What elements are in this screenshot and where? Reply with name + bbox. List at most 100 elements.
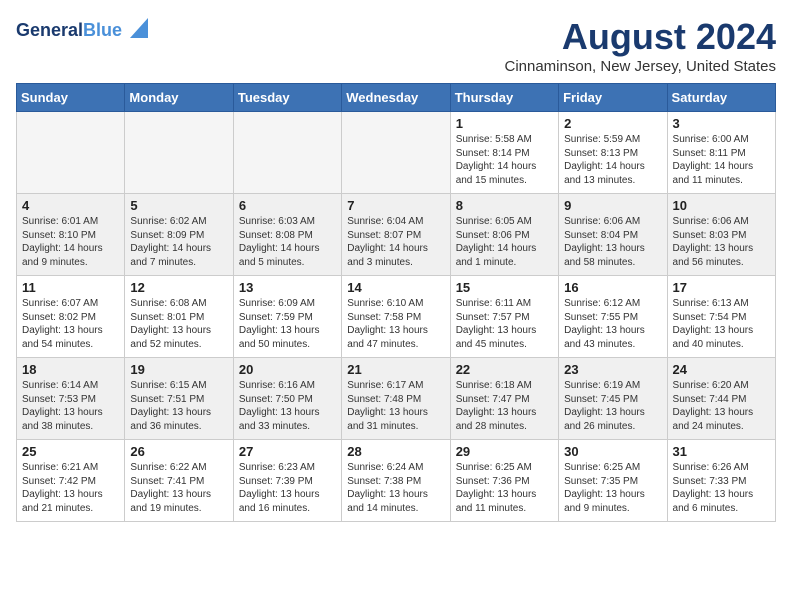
day-number: 4 (22, 198, 119, 213)
day-info: Sunrise: 6:13 AM Sunset: 7:54 PM Dayligh… (673, 297, 770, 351)
weekday-header-friday: Friday (559, 84, 667, 112)
day-number: 14 (347, 280, 444, 295)
calendar-cell: 26 Sunrise: 6:22 AM Sunset: 7:41 PM Dayli… (125, 440, 233, 522)
day-info: Sunrise: 6:14 AM Sunset: 7:53 PM Dayligh… (22, 379, 119, 433)
calendar-table: SundayMondayTuesdayWednesdayThursdayFrid… (16, 83, 776, 522)
calendar-cell: 31 Sunrise: 6:26 AM Sunset: 7:33 PM Dayli… (667, 440, 775, 522)
week-row-1: 1 Sunrise: 5:58 AM Sunset: 8:14 PM Daylig… (17, 112, 776, 194)
logo-icon (126, 18, 148, 40)
calendar-cell: 5 Sunrise: 6:02 AM Sunset: 8:09 PM Daylig… (125, 194, 233, 276)
day-info: Sunrise: 6:17 AM Sunset: 7:48 PM Dayligh… (347, 379, 444, 433)
day-info: Sunrise: 6:19 AM Sunset: 7:45 PM Dayligh… (564, 379, 661, 433)
calendar-cell (125, 112, 233, 194)
day-info: Sunrise: 6:26 AM Sunset: 7:33 PM Dayligh… (673, 461, 770, 515)
calendar-cell: 15 Sunrise: 6:11 AM Sunset: 7:57 PM Dayli… (450, 276, 558, 358)
day-number: 5 (130, 198, 227, 213)
day-number: 30 (564, 444, 661, 459)
day-number: 13 (239, 280, 336, 295)
calendar-cell: 1 Sunrise: 5:58 AM Sunset: 8:14 PM Daylig… (450, 112, 558, 194)
day-number: 7 (347, 198, 444, 213)
day-number: 25 (22, 444, 119, 459)
day-info: Sunrise: 6:20 AM Sunset: 7:44 PM Dayligh… (673, 379, 770, 433)
day-info: Sunrise: 6:06 AM Sunset: 8:03 PM Dayligh… (673, 215, 770, 269)
day-info: Sunrise: 5:59 AM Sunset: 8:13 PM Dayligh… (564, 133, 661, 187)
calendar-cell: 6Sunrise: 6:03 AM Sunset: 8:08 PM Daylig… (233, 194, 341, 276)
calendar-cell: 29Sunrise: 6:25 AM Sunset: 7:36 PM Dayli… (450, 440, 558, 522)
page-header: GeneralBlue August 2024 Cinnaminson, New… (16, 16, 776, 75)
day-number: 28 (347, 444, 444, 459)
calendar-cell: 22Sunrise: 6:18 AM Sunset: 7:47 PM Dayli… (450, 358, 558, 440)
calendar-cell: 10 Sunrise: 6:06 AM Sunset: 8:03 PM Dayli… (667, 194, 775, 276)
day-number: 16 (564, 280, 661, 295)
day-info: Sunrise: 6:16 AM Sunset: 7:50 PM Dayligh… (239, 379, 336, 433)
day-number: 1 (456, 116, 553, 131)
day-info: Sunrise: 6:25 AM Sunset: 7:35 PM Dayligh… (564, 461, 661, 515)
calendar-cell: 13 Sunrise: 6:09 AM Sunset: 7:59 PM Dayli… (233, 276, 341, 358)
day-number: 6 (239, 198, 336, 213)
calendar-cell: 16 Sunrise: 6:12 AM Sunset: 7:55 PM Dayli… (559, 276, 667, 358)
logo: GeneralBlue (16, 16, 148, 45)
calendar-cell: 23 Sunrise: 6:19 AM Sunset: 7:45 PM Dayli… (559, 358, 667, 440)
day-number: 24 (673, 362, 770, 377)
day-info: Sunrise: 5:58 AM Sunset: 8:14 PM Dayligh… (456, 133, 553, 187)
calendar-cell: 14Sunrise: 6:10 AM Sunset: 7:58 PM Dayli… (342, 276, 450, 358)
day-info: Sunrise: 6:22 AM Sunset: 7:41 PM Dayligh… (130, 461, 227, 515)
day-number: 19 (130, 362, 227, 377)
day-number: 17 (673, 280, 770, 295)
day-info: Sunrise: 6:01 AM Sunset: 8:10 PM Dayligh… (22, 215, 119, 269)
day-info: Sunrise: 6:00 AM Sunset: 8:11 PM Dayligh… (673, 133, 770, 187)
day-info: Sunrise: 6:15 AM Sunset: 7:51 PM Dayligh… (130, 379, 227, 433)
week-row-4: 18 Sunrise: 6:14 AM Sunset: 7:53 PM Dayli… (17, 358, 776, 440)
day-number: 20 (239, 362, 336, 377)
calendar-cell: 20 Sunrise: 6:16 AM Sunset: 7:50 PM Dayli… (233, 358, 341, 440)
weekday-header-tuesday: Tuesday (233, 84, 341, 112)
calendar-cell: 9 Sunrise: 6:06 AM Sunset: 8:04 PM Daylig… (559, 194, 667, 276)
calendar-cell: 25 Sunrise: 6:21 AM Sunset: 7:42 PM Dayli… (17, 440, 125, 522)
day-number: 22 (456, 362, 553, 377)
calendar-cell: 4 Sunrise: 6:01 AM Sunset: 8:10 PM Daylig… (17, 194, 125, 276)
day-number: 26 (130, 444, 227, 459)
day-number: 3 (673, 116, 770, 131)
day-info: Sunrise: 6:06 AM Sunset: 8:04 PM Dayligh… (564, 215, 661, 269)
calendar-cell: 30 Sunrise: 6:25 AM Sunset: 7:35 PM Dayli… (559, 440, 667, 522)
day-info: Sunrise: 6:11 AM Sunset: 7:57 PM Dayligh… (456, 297, 553, 351)
day-number: 10 (673, 198, 770, 213)
weekday-header-thursday: Thursday (450, 84, 558, 112)
day-info: Sunrise: 6:12 AM Sunset: 7:55 PM Dayligh… (564, 297, 661, 351)
day-info: Sunrise: 6:02 AM Sunset: 8:09 PM Dayligh… (130, 215, 227, 269)
day-number: 11 (22, 280, 119, 295)
weekday-header-row: SundayMondayTuesdayWednesdayThursdayFrid… (17, 84, 776, 112)
day-info: Sunrise: 6:21 AM Sunset: 7:42 PM Dayligh… (22, 461, 119, 515)
location: Cinnaminson, New Jersey, United States (504, 58, 776, 75)
calendar-cell: 17 Sunrise: 6:13 AM Sunset: 7:54 PM Dayli… (667, 276, 775, 358)
week-row-3: 11 Sunrise: 6:07 AM Sunset: 8:02 PM Dayli… (17, 276, 776, 358)
day-info: Sunrise: 6:08 AM Sunset: 8:01 PM Dayligh… (130, 297, 227, 351)
day-number: 23 (564, 362, 661, 377)
calendar-cell: 18 Sunrise: 6:14 AM Sunset: 7:53 PM Dayli… (17, 358, 125, 440)
calendar-cell: 19 Sunrise: 6:15 AM Sunset: 7:51 PM Dayli… (125, 358, 233, 440)
weekday-header-sunday: Sunday (17, 84, 125, 112)
day-info: Sunrise: 6:09 AM Sunset: 7:59 PM Dayligh… (239, 297, 336, 351)
day-number: 18 (22, 362, 119, 377)
calendar-cell (17, 112, 125, 194)
calendar-cell: 28 Sunrise: 6:24 AM Sunset: 7:38 PM Dayli… (342, 440, 450, 522)
day-number: 27 (239, 444, 336, 459)
day-info: Sunrise: 6:07 AM Sunset: 8:02 PM Dayligh… (22, 297, 119, 351)
day-number: 12 (130, 280, 227, 295)
day-number: 9 (564, 198, 661, 213)
logo-text: GeneralBlue (16, 21, 122, 41)
calendar-cell: 8Sunrise: 6:05 AM Sunset: 8:06 PM Daylig… (450, 194, 558, 276)
day-number: 8 (456, 198, 553, 213)
month-title: August 2024 (504, 16, 776, 58)
day-number: 21 (347, 362, 444, 377)
weekday-header-monday: Monday (125, 84, 233, 112)
calendar-cell: 11 Sunrise: 6:07 AM Sunset: 8:02 PM Dayli… (17, 276, 125, 358)
day-number: 31 (673, 444, 770, 459)
day-info: Sunrise: 6:24 AM Sunset: 7:38 PM Dayligh… (347, 461, 444, 515)
calendar-cell: 27Sunrise: 6:23 AM Sunset: 7:39 PM Dayli… (233, 440, 341, 522)
day-number: 15 (456, 280, 553, 295)
week-row-2: 4 Sunrise: 6:01 AM Sunset: 8:10 PM Daylig… (17, 194, 776, 276)
title-area: August 2024 Cinnaminson, New Jersey, Uni… (504, 16, 776, 75)
day-info: Sunrise: 6:04 AM Sunset: 8:07 PM Dayligh… (347, 215, 444, 269)
day-number: 29 (456, 444, 553, 459)
